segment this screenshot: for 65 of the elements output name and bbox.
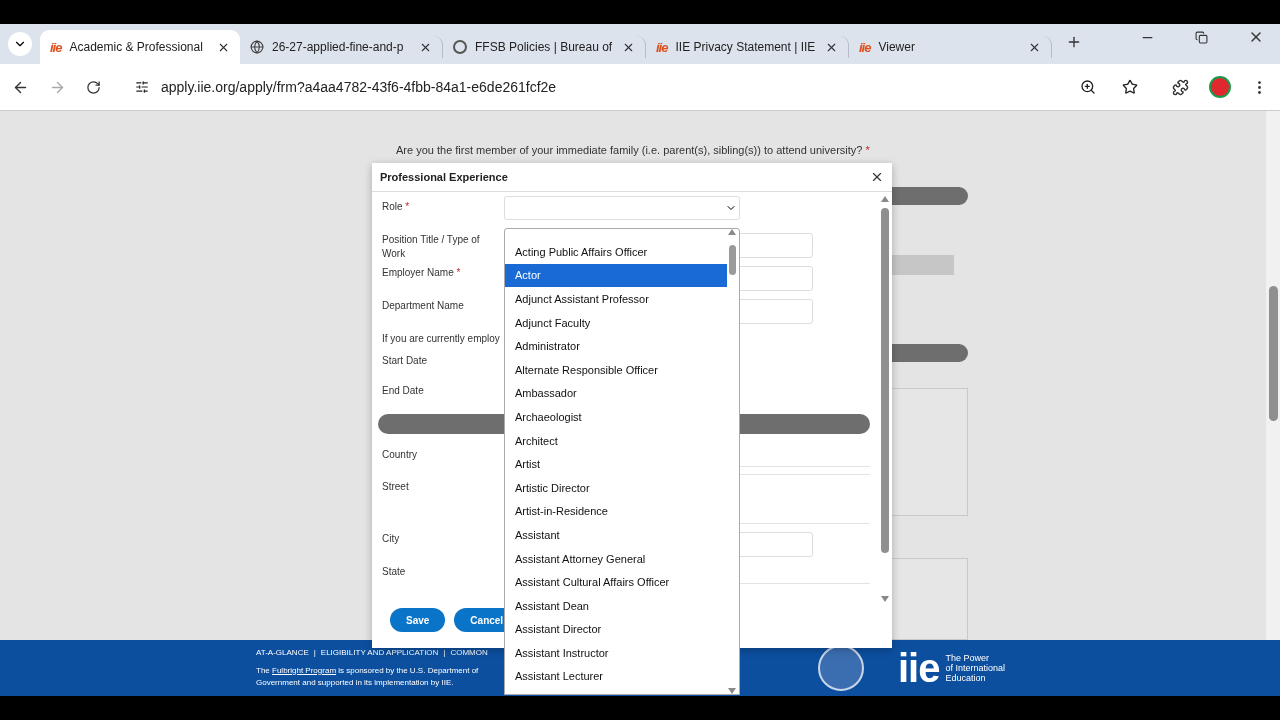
- footer-link[interactable]: ELIGIBILITY AND APPLICATION: [320, 647, 439, 657]
- dropdown-option[interactable]: Assistant Attorney General: [505, 546, 727, 571]
- zoom-icon[interactable]: [1080, 79, 1096, 95]
- dropdown-option[interactable]: Artist-in-Residence: [505, 499, 727, 524]
- extensions-icon[interactable]: [1172, 78, 1189, 96]
- seal-icon: [453, 40, 467, 54]
- dropdown-option[interactable]: Archaeologist: [505, 405, 727, 429]
- dropdown-option[interactable]: Adjunct Faculty: [505, 310, 727, 335]
- dropdown-option[interactable]: Adjunct Assistant Professor: [505, 287, 727, 311]
- browser-tab[interactable]: iie Viewer: [849, 36, 1052, 58]
- dropdown-option[interactable]: Artistic Director: [505, 475, 727, 500]
- field-label: End Date: [382, 384, 425, 398]
- globe-icon: [250, 40, 264, 54]
- field-label: Position Title / Type of Work: [382, 233, 481, 261]
- sponsor-text: The Fulbright Program is sponsored by the U.S. Department of: [256, 665, 479, 675]
- dropdown-option[interactable]: Administrator: [505, 334, 727, 358]
- browser-tab[interactable]: iie IIE Privacy Statement | IIE: [646, 36, 849, 58]
- browser-tab[interactable]: FFSB Policies | Bureau of: [443, 36, 646, 58]
- field-label: City: [382, 532, 401, 546]
- dropdown-option[interactable]: Acting Public Affairs Officer: [505, 240, 727, 264]
- field-label: Role *: [382, 200, 411, 214]
- site-settings-icon[interactable]: [135, 80, 149, 94]
- star-icon[interactable]: [1122, 79, 1138, 95]
- restore-icon[interactable]: [1195, 29, 1208, 45]
- iie-logo-icon: iie: [656, 39, 668, 55]
- sponsor-text: Government and supported in its implementation by IIE.: [256, 677, 454, 687]
- scrollbar[interactable]: [727, 229, 739, 694]
- tab-list-button[interactable]: [8, 32, 32, 56]
- reload-icon[interactable]: [86, 79, 101, 95]
- iie-logo-icon: iie: [859, 39, 871, 55]
- dropdown-option[interactable]: Architect: [505, 428, 727, 453]
- question-text: Are you the first member of your immediate family (i.e. parent(s), sibling(s)) to attend university? *: [396, 144, 871, 156]
- iie-logo-icon: iie: [50, 39, 62, 55]
- save-button[interactable]: Save: [390, 608, 446, 632]
- dropdown-option[interactable]: Assistant Cultural Affairs Officer: [505, 570, 727, 594]
- separator: |: [443, 647, 446, 657]
- dialog-title: Professional Experience: [380, 171, 508, 183]
- scrollbar[interactable]: [1266, 111, 1280, 640]
- dropdown-option[interactable]: Assistant Instructor: [505, 641, 727, 665]
- dropdown-option[interactable]: Ambassador: [505, 381, 727, 406]
- dropdown-option[interactable]: Artist: [505, 452, 727, 476]
- dropdown-option[interactable]: Assistant: [505, 523, 727, 547]
- footer-link[interactable]: COMMON: [450, 647, 488, 657]
- fulbright-link[interactable]: Fulbright Program: [272, 665, 337, 675]
- footer-link[interactable]: AT-A-GLANCE: [256, 647, 309, 657]
- field-label: Street: [382, 480, 410, 494]
- browser-tab[interactable]: 26-27-applied-fine-and-p: [240, 36, 443, 58]
- dropdown-option[interactable]: Actor: [505, 263, 727, 288]
- close-icon[interactable]: [870, 170, 884, 184]
- dropdown-option[interactable]: Assistant Lecturer: [505, 664, 727, 689]
- dropdown-option[interactable]: Alternate Responsible Officer: [505, 357, 727, 382]
- iie-logo: iie: [898, 648, 940, 688]
- field-label: State: [382, 565, 407, 579]
- field-label: Employer Name *: [382, 266, 462, 280]
- separator: |: [313, 647, 316, 657]
- seal-logo-icon: [818, 645, 864, 691]
- scrollbar[interactable]: [880, 196, 890, 602]
- field-label: If you are currently employ: [382, 332, 501, 346]
- logo-tagline: The Power of International Education: [945, 653, 1006, 683]
- browser-tab[interactable]: iie Academic & Professional: [40, 30, 240, 64]
- field-label: Department Name: [382, 299, 465, 313]
- field-label: Country: [382, 448, 418, 462]
- new-tab-icon[interactable]: [1066, 34, 1082, 50]
- profile-icon[interactable]: [1209, 76, 1231, 98]
- field-label: Start Date: [382, 354, 429, 368]
